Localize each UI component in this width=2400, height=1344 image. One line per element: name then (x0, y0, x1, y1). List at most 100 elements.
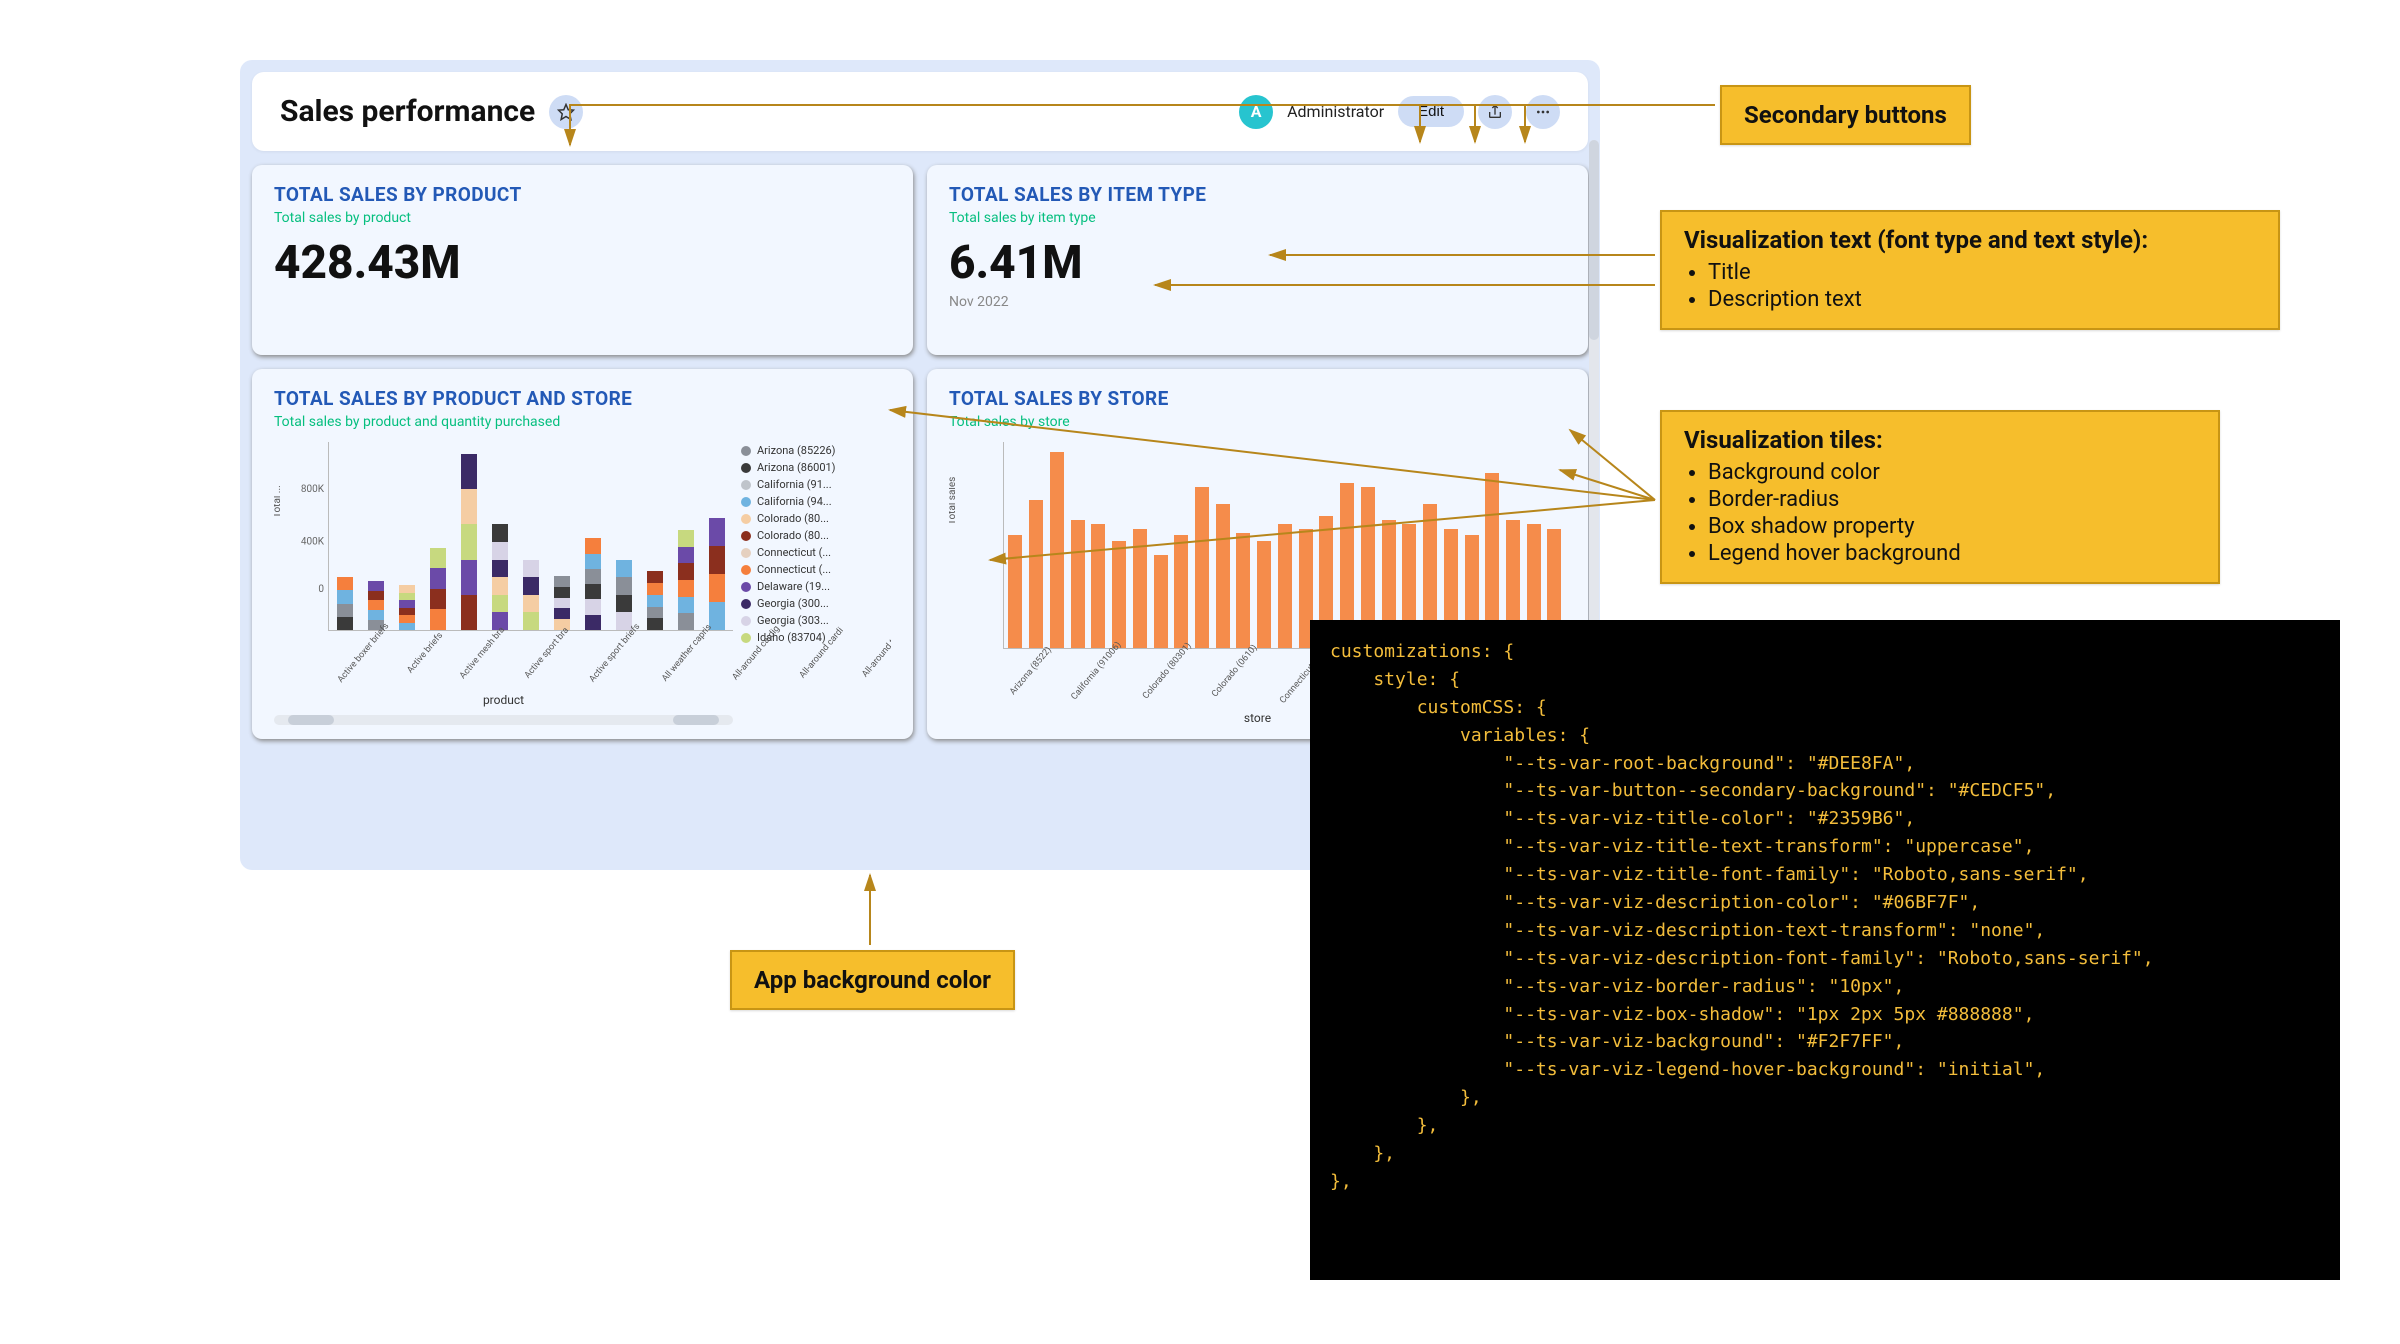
x-axis-labels: Active boxer briefsActive briefsActive m… (328, 631, 733, 691)
chart-scrollbar[interactable] (274, 715, 733, 725)
legend-item[interactable]: California (91... (741, 476, 891, 493)
app-scrollbar[interactable] (1589, 140, 1599, 640)
legend-label: Arizona (85226) (757, 444, 836, 457)
callout-item: Box shadow property (1708, 514, 2196, 539)
legend-swatch (741, 565, 751, 575)
scroll-thumb[interactable] (1589, 140, 1599, 340)
bar (1257, 442, 1272, 648)
tile-title: TOTAL SALES BY PRODUCT AND STORE (274, 387, 891, 410)
callout-secondary-buttons: Secondary buttons (1720, 85, 1971, 145)
legend-item[interactable]: Arizona (85226) (741, 442, 891, 459)
bar (1443, 442, 1458, 648)
tile-total-sales-by-item-type[interactable]: TOTAL SALES BY ITEM TYPE Total sales by … (927, 165, 1588, 355)
bar (1195, 442, 1210, 648)
legend-item[interactable]: Connecticut (... (741, 544, 891, 561)
bar (1174, 442, 1189, 648)
y-tick: 1.6M (301, 442, 324, 507)
bar (457, 442, 482, 630)
legend-item[interactable]: California (94... (741, 493, 891, 510)
bar (1340, 442, 1355, 648)
legend-item[interactable]: Colorado (80... (741, 510, 891, 527)
callout-app-bg: App background color (730, 950, 1015, 1010)
bar (1298, 442, 1313, 648)
tile-title: TOTAL SALES BY STORE (949, 387, 1566, 410)
kpi-subtext: Nov 2022 (949, 294, 1566, 310)
legend-label: Arizona (86001) (757, 461, 836, 474)
legend-label: Georgia (303... (757, 614, 829, 627)
bar (1091, 442, 1106, 648)
legend-swatch (741, 463, 751, 473)
bar (611, 442, 636, 630)
callout-label: Secondary buttons (1744, 101, 1947, 129)
legend-item[interactable]: Connecticut (... (741, 561, 891, 578)
legend-label: California (94... (757, 495, 832, 508)
code-snippet: customizations: { style: { customCSS: { … (1310, 620, 2340, 1280)
bar (1236, 442, 1251, 648)
legend-item[interactable]: Georgia (303... (741, 612, 891, 629)
callout-item: Background color (1708, 460, 2196, 485)
more-horizontal-icon (1535, 104, 1551, 120)
bar (1360, 442, 1375, 648)
legend-swatch (741, 548, 751, 558)
legend-item[interactable]: Delaware (19... (741, 578, 891, 595)
stacked-bar-chart: Total ... 0400K800K1.2M1.6M Active boxer… (274, 442, 733, 691)
y-axis: Total ... 0400K800K1.2M1.6M (274, 442, 328, 631)
bar (488, 442, 513, 630)
share-icon (1487, 104, 1503, 120)
bar (704, 442, 729, 630)
bar (1070, 442, 1085, 648)
tile-desc: Total sales by product and quantity purc… (274, 414, 891, 430)
bar (1029, 442, 1044, 648)
bar (1423, 442, 1438, 648)
legend-label: Connecticut (... (757, 546, 831, 559)
legend-item[interactable]: Arizona (86001) (741, 459, 891, 476)
tile-desc: Total sales by product (274, 210, 891, 226)
bar (333, 442, 358, 630)
favorite-button[interactable] (549, 95, 583, 129)
legend-swatch (741, 599, 751, 609)
bar (519, 442, 544, 630)
bar (673, 442, 698, 630)
tile-title: TOTAL SALES BY PRODUCT (274, 183, 891, 206)
scroll-thumb[interactable] (673, 715, 719, 725)
page-title: Sales performance (280, 94, 535, 129)
callout-item: Description text (1708, 287, 2256, 312)
bar (1402, 442, 1417, 648)
bar (1008, 442, 1023, 648)
legend-item[interactable]: Georgia (300... (741, 595, 891, 612)
bar (1112, 442, 1127, 648)
tile-title: TOTAL SALES BY ITEM TYPE (949, 183, 1566, 206)
dashboard-header: Sales performance A Administrator Edit (252, 72, 1588, 151)
share-button[interactable] (1478, 95, 1512, 129)
callout-viz-tiles: Visualization tiles: Background colorBor… (1660, 410, 2220, 584)
scroll-thumb[interactable] (288, 715, 334, 725)
legend-swatch (741, 480, 751, 490)
bar (549, 442, 574, 630)
legend-item[interactable]: Colorado (80... (741, 527, 891, 544)
legend-swatch (741, 497, 751, 507)
avatar[interactable]: A (1239, 95, 1273, 129)
tile-total-sales-by-product-and-store[interactable]: TOTAL SALES BY PRODUCT AND STORE Total s… (252, 369, 913, 739)
tile-total-sales-by-product[interactable]: TOTAL SALES BY PRODUCT Total sales by pr… (252, 165, 913, 355)
legend-label: California (91... (757, 478, 832, 491)
callout-viz-text: Visualization text (font type and text s… (1660, 210, 2280, 330)
bar (1215, 442, 1230, 648)
bar (1319, 442, 1334, 648)
bar (1381, 442, 1396, 648)
more-button[interactable] (1526, 95, 1560, 129)
legend-swatch (741, 633, 751, 643)
legend-swatch (741, 616, 751, 626)
bar (1506, 442, 1521, 648)
kpi-value: 428.43M (274, 236, 891, 290)
bar (1278, 442, 1293, 648)
bar (1132, 442, 1147, 648)
callout-title: Visualization text (font type and text s… (1684, 226, 2256, 254)
tile-desc: Total sales by item type (949, 210, 1566, 226)
legend-swatch (741, 514, 751, 524)
bar (426, 442, 451, 630)
bar (364, 442, 389, 630)
legend-label: Connecticut (... (757, 563, 831, 576)
tile-desc: Total sales by store (949, 414, 1566, 430)
edit-button[interactable]: Edit (1398, 96, 1464, 127)
legend-swatch (741, 531, 751, 541)
